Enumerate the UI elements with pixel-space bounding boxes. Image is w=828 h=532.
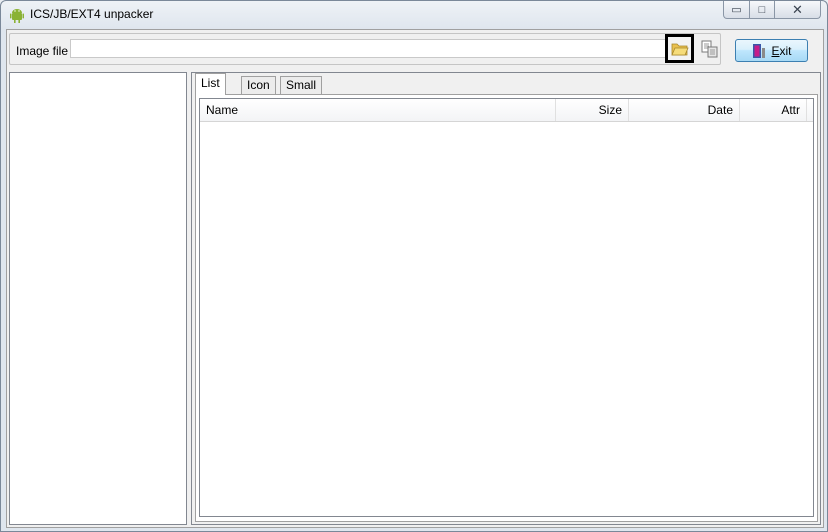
window-title: ICS/JB/EXT4 unpacker	[30, 7, 154, 21]
list-header: Name Size Date Attr	[200, 99, 813, 122]
exit-label: Exit	[771, 43, 792, 58]
window-controls: ▭ □ ✕	[723, 1, 821, 21]
open-image-button[interactable]	[665, 34, 694, 63]
maximize-icon: □	[758, 3, 766, 16]
minimize-icon: ▭	[731, 4, 742, 16]
close-icon: ✕	[792, 1, 803, 17]
minimize-button[interactable]: ▭	[723, 1, 750, 19]
column-date[interactable]: Date	[629, 99, 740, 121]
column-name[interactable]: Name	[200, 99, 556, 121]
tab-list[interactable]: List	[195, 73, 226, 95]
image-file-input[interactable]	[70, 39, 672, 58]
title-bar[interactable]: ICS/JB/EXT4 unpacker ▭ □ ✕	[1, 1, 827, 29]
tab-small[interactable]: Small	[280, 76, 323, 94]
tab-page: Name Size Date Attr	[195, 94, 818, 522]
image-file-toolbar: Image file :	[9, 33, 721, 65]
folder-tree[interactable]	[9, 72, 187, 525]
exit-button[interactable]: Exit	[735, 39, 808, 62]
tab-icon[interactable]: Icon	[241, 76, 276, 94]
android-icon	[10, 9, 24, 23]
app-window: ICS/JB/EXT4 unpacker ▭ □ ✕ Image file :	[0, 0, 828, 532]
folder-open-icon	[670, 43, 689, 55]
image-file-label: Image file :	[16, 44, 75, 58]
maximize-button[interactable]: □	[750, 1, 775, 19]
column-size[interactable]: Size	[556, 99, 629, 121]
column-attr[interactable]: Attr	[740, 99, 807, 121]
client-area: Image file : Exit List Icon Small Name S…	[6, 29, 824, 528]
file-view-pane: List Icon Small Name Size Date Attr	[191, 72, 821, 525]
close-button[interactable]: ✕	[775, 1, 821, 19]
exit-door-icon	[753, 43, 766, 58]
file-list[interactable]: Name Size Date Attr	[199, 98, 814, 517]
extract-button[interactable]	[700, 39, 720, 59]
extract-icon	[701, 40, 718, 58]
